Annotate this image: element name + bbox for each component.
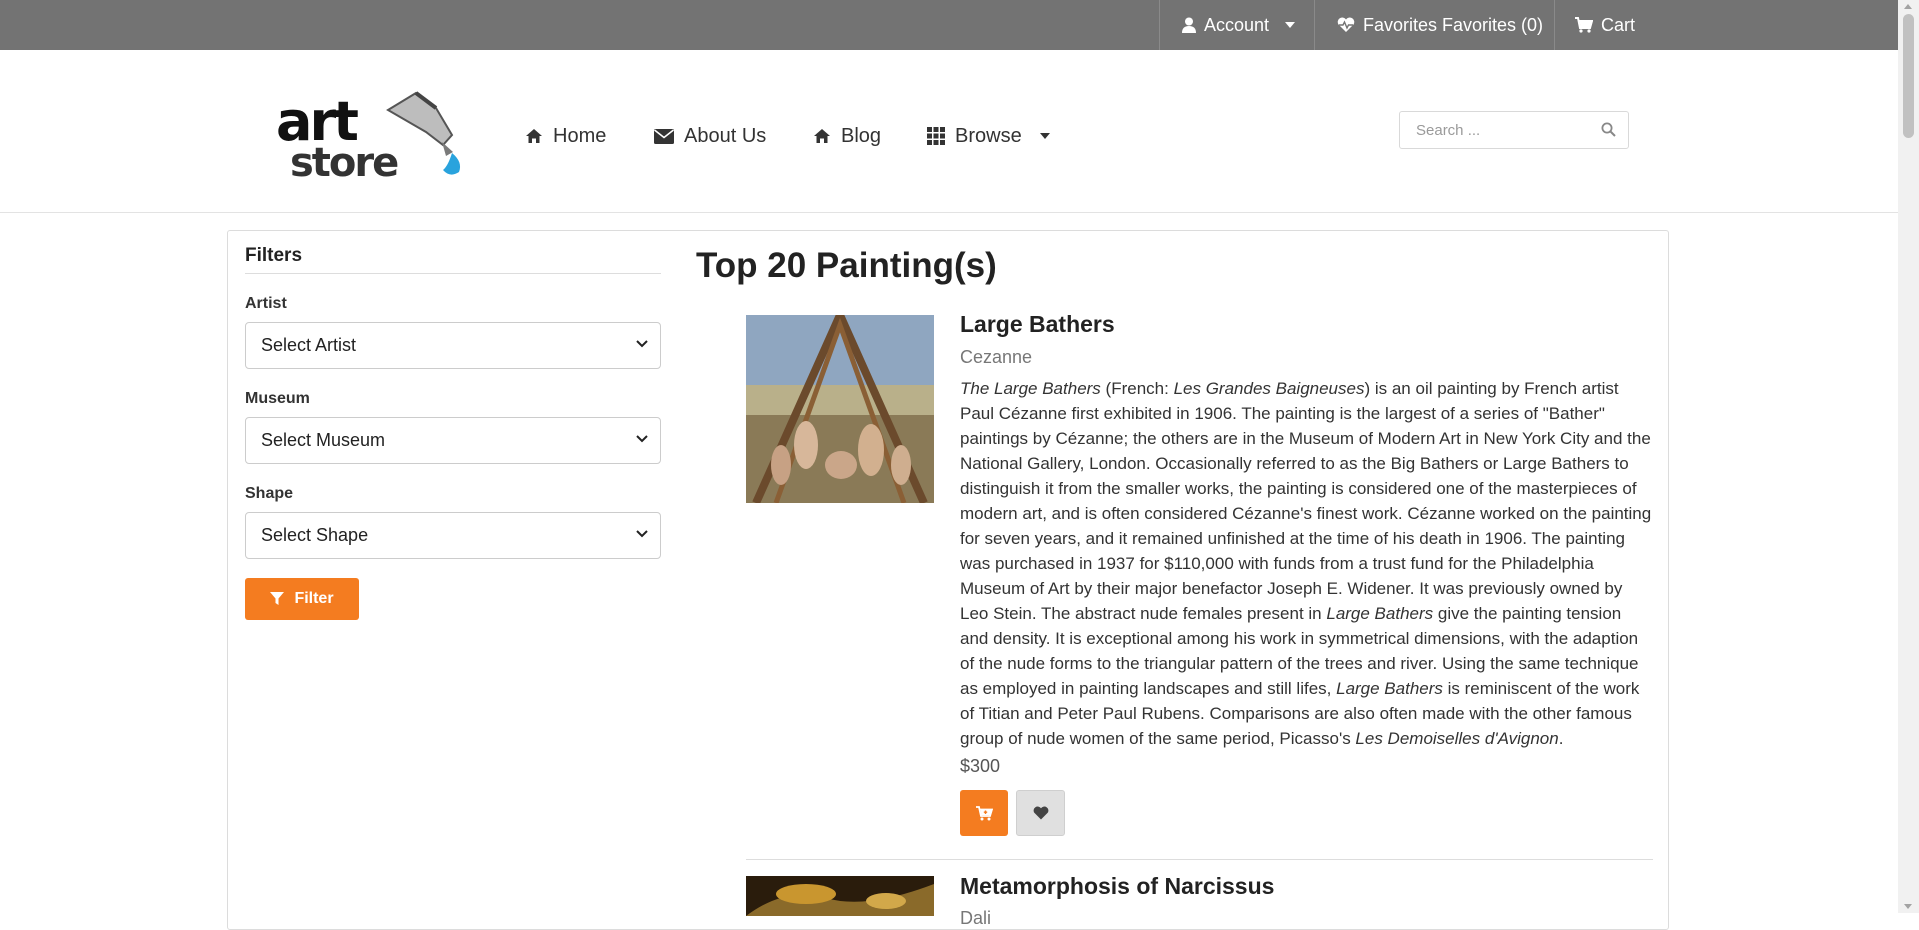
account-label: Account [1204, 14, 1270, 35]
art-store-logo[interactable]: art store [276, 90, 471, 180]
filters-divider [245, 273, 661, 274]
nav-home[interactable]: Home [525, 120, 606, 152]
top-utility-bar: Account Favorites Favorites (0) Cart [0, 0, 1898, 50]
cart-plus-icon [975, 805, 993, 820]
museum-select-value: Select Museum [261, 430, 386, 450]
scroll-up-icon[interactable] [1904, 4, 1912, 9]
favorites-label: Favorites Favorites (0) [1363, 14, 1544, 35]
scroll-down-icon[interactable] [1904, 904, 1912, 909]
scroll-thumb[interactable] [1903, 14, 1914, 138]
artist-label: Artist [245, 295, 287, 312]
cart-link[interactable]: Cart [1554, 0, 1644, 50]
heart-icon [1033, 806, 1048, 820]
museum-label: Museum [245, 390, 310, 407]
painting-title[interactable]: Metamorphosis of Narcissus [960, 873, 1274, 900]
painting-description: The Large Bathers (French: Les Grandes B… [960, 376, 1654, 751]
filter-button[interactable]: Filter [245, 578, 359, 620]
nav-home-label: Home [553, 124, 607, 147]
home-icon [814, 129, 830, 143]
nav-about-label: About Us [684, 124, 767, 147]
desc-italic: The Large Bathers [960, 379, 1101, 398]
desc-italic: Les Demoiselles d'Avignon [1355, 729, 1559, 748]
desc-text: (French: [1100, 379, 1174, 398]
heart-pulse-icon [1337, 17, 1355, 32]
account-menu[interactable]: Account [1159, 0, 1314, 50]
cart-label: Cart [1601, 14, 1636, 35]
item-divider [746, 859, 1653, 860]
favorites-link[interactable]: Favorites Favorites (0) [1314, 0, 1554, 50]
add-to-favorites-button[interactable] [1016, 790, 1065, 836]
museum-select[interactable]: Select Museum [245, 417, 661, 464]
chevron-down-icon [636, 530, 648, 538]
nav-browse-label: Browse [955, 124, 1022, 147]
svg-text:store: store [290, 140, 398, 180]
page-scrollbar[interactable] [1898, 0, 1919, 913]
painting-thumbnail[interactable] [746, 876, 934, 916]
filter-icon [270, 592, 285, 605]
desc-italic: Large Bathers [1326, 604, 1434, 623]
chevron-down-icon [636, 340, 648, 348]
search-box [1399, 111, 1629, 149]
artist-select-value: Select Artist [261, 335, 357, 355]
shape-label: Shape [245, 485, 294, 502]
desc-text: ) is an oil painting by French artist Pa… [960, 379, 1652, 623]
painting-artist: Dali [960, 908, 992, 928]
painting-title[interactable]: Large Bathers [960, 311, 1115, 338]
site-header: art store Home About Us Blog Browse [0, 50, 1898, 213]
search-icon[interactable] [1601, 122, 1616, 137]
nav-blog-label: Blog [841, 124, 882, 147]
home-icon [526, 129, 542, 143]
envelope-icon [654, 128, 674, 144]
desc-text: . [1558, 729, 1564, 748]
painting-artist: Cezanne [960, 347, 1033, 367]
shape-select-value: Select Shape [261, 525, 369, 545]
filter-button-label: Filter [294, 590, 334, 607]
chevron-down-icon [1285, 22, 1296, 28]
filters-heading: Filters [245, 245, 303, 266]
painting-price: $300 [960, 756, 1001, 776]
grid-icon [927, 127, 945, 145]
shopping-cart-icon [1575, 17, 1593, 33]
shape-select[interactable]: Select Shape [245, 512, 661, 559]
desc-italic: Les Grandes Baigneuses [1173, 379, 1365, 398]
desc-italic: Large Bathers [1336, 679, 1443, 698]
artist-select[interactable]: Select Artist [245, 322, 661, 369]
chevron-down-icon [1039, 133, 1050, 139]
search-input[interactable] [1414, 112, 1598, 148]
nav-about-us[interactable]: About Us [654, 120, 766, 152]
nav-blog[interactable]: Blog [813, 120, 881, 152]
add-to-cart-button[interactable] [960, 790, 1008, 836]
painting-thumbnail[interactable] [746, 315, 934, 503]
chevron-down-icon [636, 435, 648, 443]
user-icon [1182, 17, 1196, 33]
nav-browse[interactable]: Browse [927, 120, 1050, 152]
results-heading: Top 20 Painting(s) [696, 246, 997, 285]
